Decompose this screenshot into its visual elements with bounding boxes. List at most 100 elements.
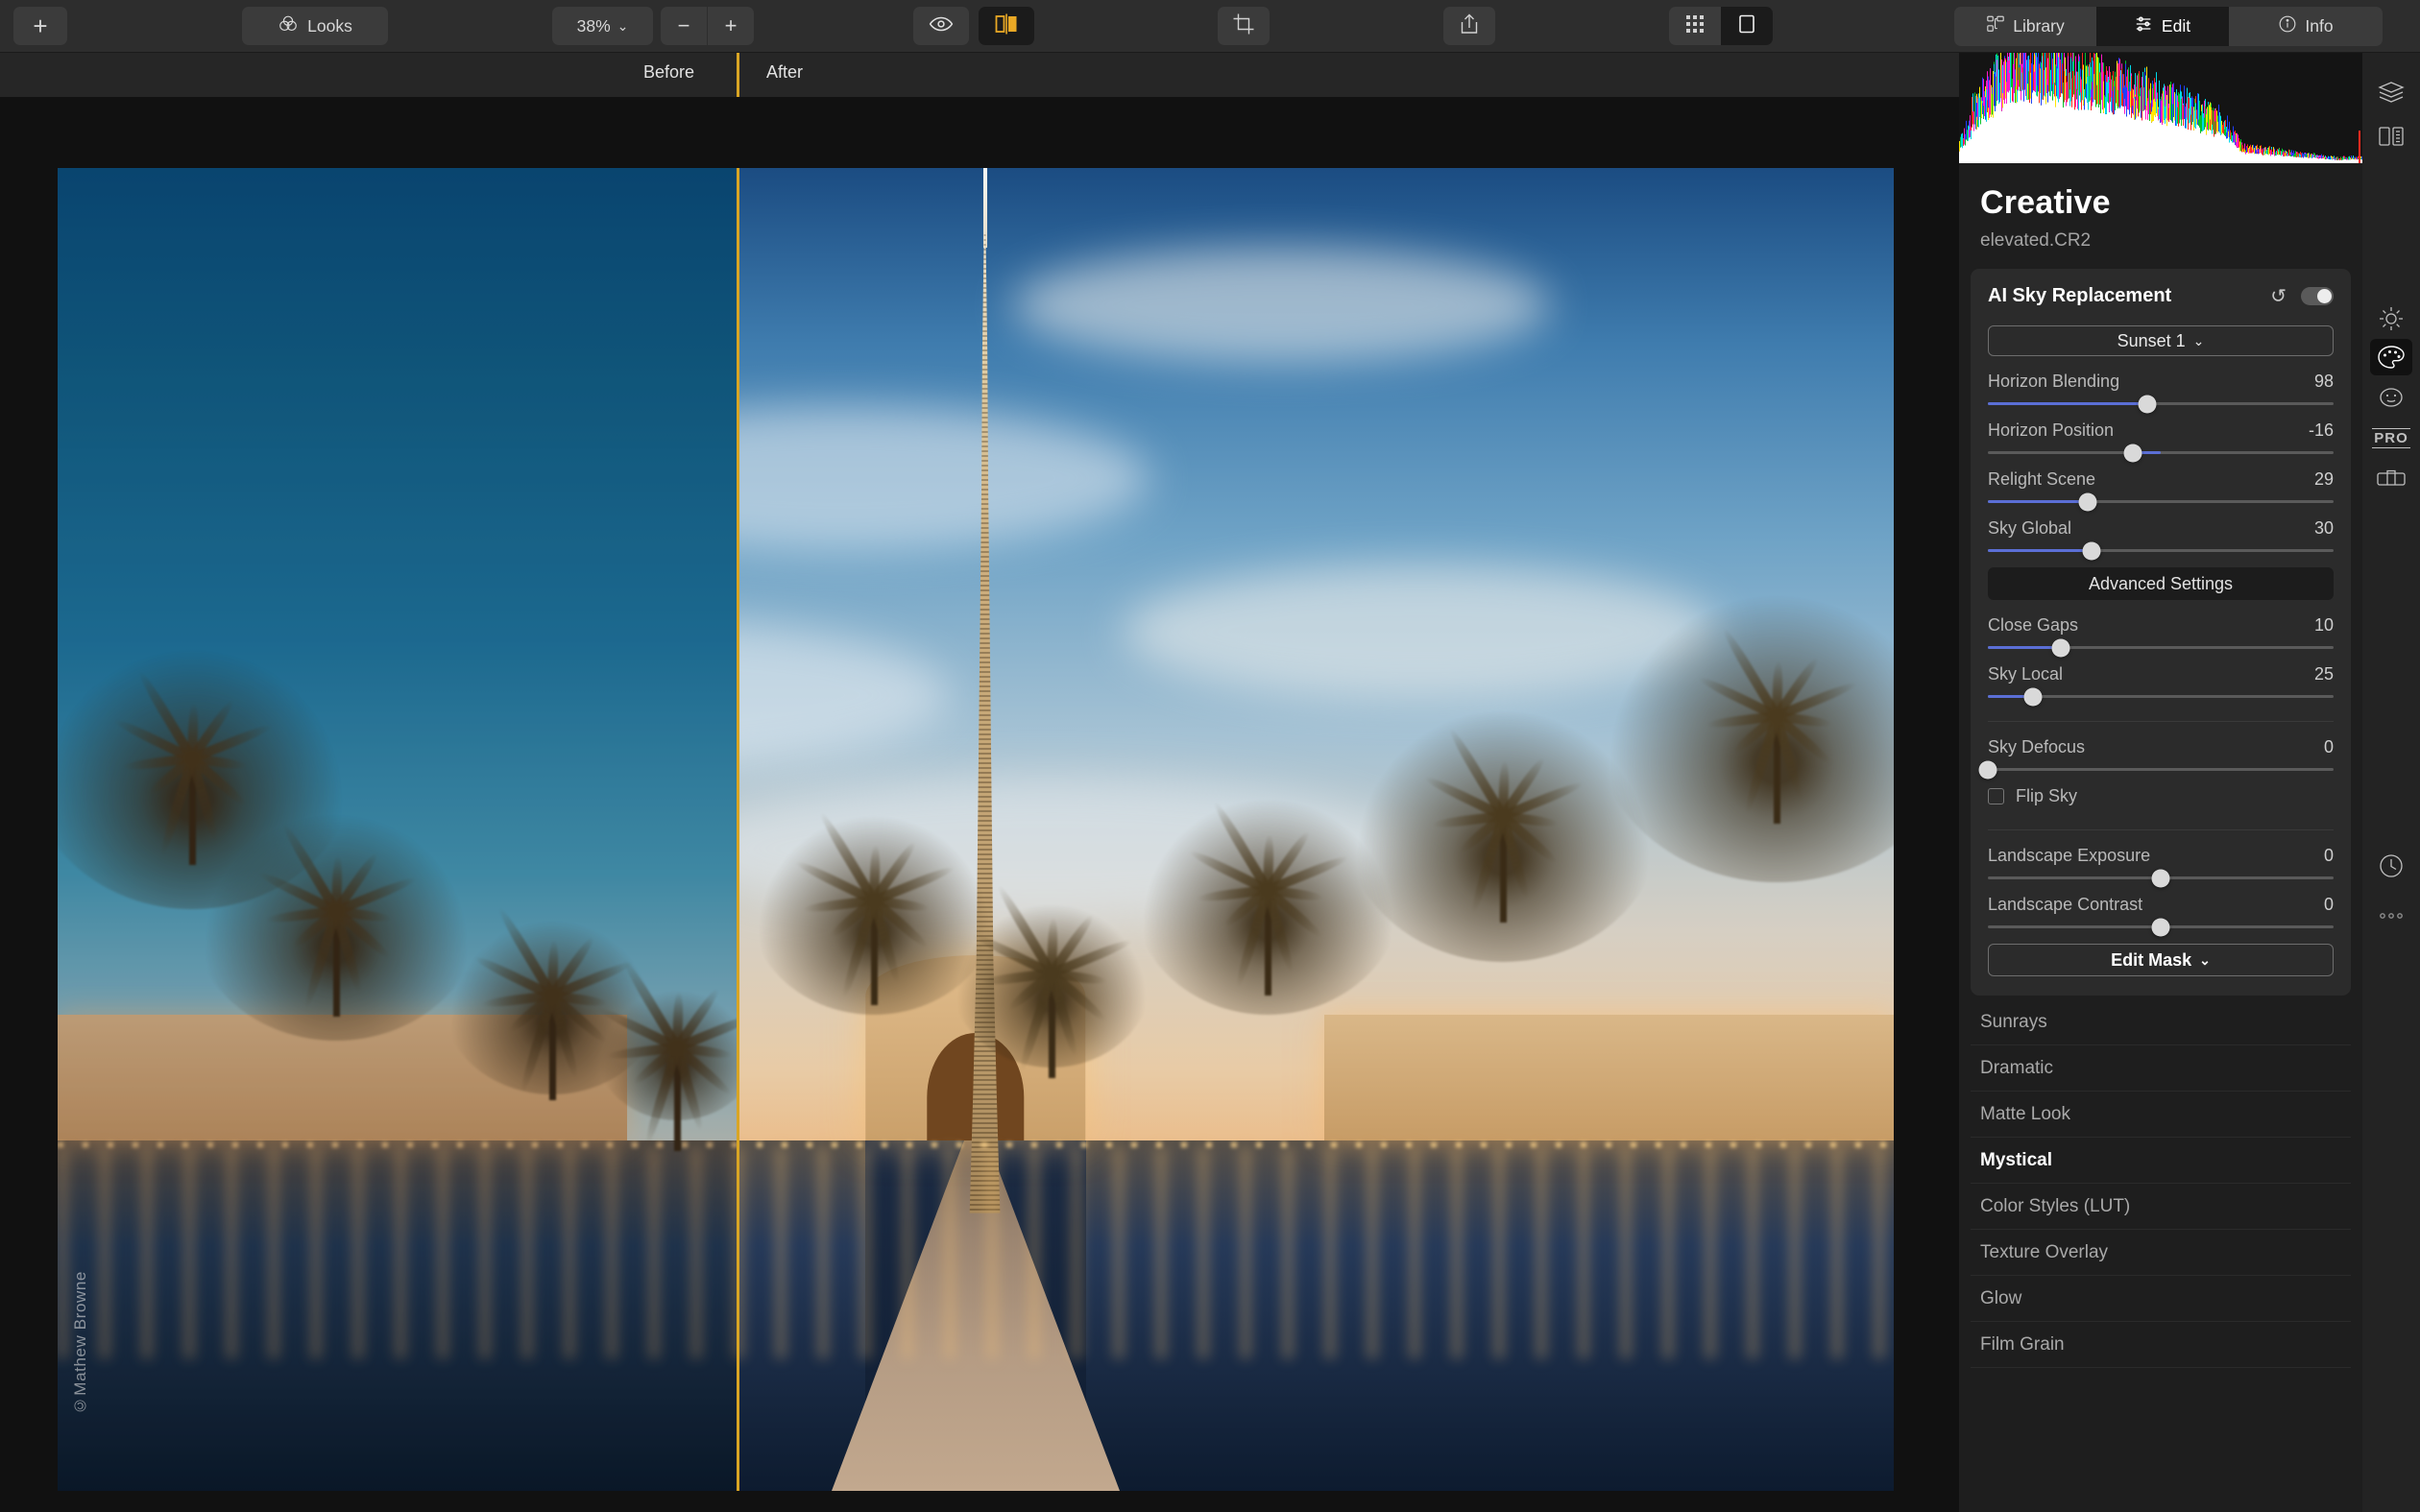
- sky-preset-dropdown[interactable]: Sunset 1 ⌄: [1988, 325, 2334, 356]
- looks-button[interactable]: Looks: [242, 7, 388, 45]
- undo-icon[interactable]: ↺: [2270, 284, 2287, 308]
- grid-view-icon: [1684, 13, 1706, 39]
- slider-label: Horizon Position: [1988, 420, 2115, 440]
- zoom-in-button[interactable]: +: [708, 7, 754, 45]
- slider-label: Sky Defocus: [1988, 737, 2086, 756]
- looks-label: Looks: [307, 15, 352, 36]
- chevron-down-icon: ⌄: [2199, 951, 2211, 968]
- slider-knob[interactable]: [2082, 541, 2101, 560]
- slider-value: 0: [2323, 846, 2334, 865]
- portrait-face-icon[interactable]: [2370, 379, 2412, 416]
- zoom-out-button[interactable]: −: [661, 7, 707, 45]
- share-button[interactable]: [1443, 7, 1495, 45]
- slider-knob[interactable]: [1978, 760, 1997, 779]
- slider-track[interactable]: [1988, 541, 2334, 560]
- slider-knob[interactable]: [2151, 918, 2170, 936]
- slider-fill: [1988, 646, 2061, 649]
- more-dots-icon[interactable]: [2370, 898, 2412, 934]
- slider-track[interactable]: [1988, 444, 2334, 462]
- chevron-down-icon: ⌄: [2192, 332, 2205, 348]
- look-item-matte-look[interactable]: Matte Look: [1971, 1092, 2351, 1138]
- slider-value: 10: [2313, 615, 2334, 635]
- advanced-settings-button[interactable]: Advanced Settings: [1988, 567, 2334, 600]
- slider-track[interactable]: [1988, 918, 2334, 936]
- crop-button[interactable]: [1218, 7, 1270, 45]
- slider-landscape-contrast[interactable]: Landscape Contrast 0: [1988, 895, 2334, 936]
- look-item-glow[interactable]: Glow: [1971, 1276, 2351, 1322]
- top-toolbar: + Looks 38% ⌄ − + Library Edit Info: [0, 0, 2420, 53]
- primary-sliders: Horizon Blending 98 Horizon Position -16 Rel…: [1988, 372, 2334, 560]
- slider-knob[interactable]: [2051, 638, 2070, 657]
- defocus-sliders: Sky Defocus 0: [1978, 737, 2334, 779]
- look-item-color-styles-lut-[interactable]: Color Styles (LUT): [1971, 1184, 2351, 1230]
- app-window: + Looks 38% ⌄ − + Library Edit Info Befo…: [0, 0, 2420, 1512]
- slider-track[interactable]: [1978, 760, 2334, 779]
- slider-value: -16: [2308, 420, 2334, 440]
- slider-knob[interactable]: [2023, 687, 2043, 706]
- slider-value: 29: [2313, 469, 2334, 489]
- edit-mask-button[interactable]: Edit Mask ⌄: [1988, 944, 2334, 976]
- slider-knob[interactable]: [2078, 492, 2097, 511]
- history-clock-icon[interactable]: [2370, 848, 2412, 884]
- look-item-dramatic[interactable]: Dramatic: [1971, 1045, 2351, 1092]
- slider-label: Landscape Exposure: [1988, 846, 2151, 865]
- slider-knob[interactable]: [2123, 444, 2142, 462]
- slider-knob[interactable]: [2151, 869, 2170, 887]
- tab-library[interactable]: Library: [1954, 7, 2096, 46]
- share-icon: [1458, 12, 1481, 40]
- add-button[interactable]: +: [13, 7, 67, 45]
- palette-creative-icon[interactable]: [2370, 339, 2412, 375]
- slider-label: Close Gaps: [1988, 615, 2079, 635]
- sky-preset-value: Sunset 1: [2117, 330, 2186, 350]
- slider-value: 0: [2323, 737, 2334, 756]
- chevron-down-icon: ⌄: [617, 17, 629, 34]
- library-icon: [1986, 14, 2005, 38]
- slider-track[interactable]: [1988, 638, 2334, 657]
- flip-sky-checkbox[interactable]: [1988, 788, 2004, 804]
- single-view-icon: [1736, 13, 1757, 39]
- slider-value: 25: [2313, 664, 2334, 684]
- compare-divider-top[interactable]: [737, 53, 739, 97]
- module-toggle[interactable]: [2301, 287, 2334, 305]
- look-item-sunrays[interactable]: Sunrays: [1971, 999, 2351, 1045]
- compare-divider-handle[interactable]: [737, 168, 739, 1491]
- slider-horizon-position[interactable]: Horizon Position -16: [1988, 420, 2334, 462]
- filename-label: elevated.CR2: [1980, 230, 2092, 251]
- look-item-mystical[interactable]: Mystical: [1971, 1138, 2351, 1184]
- slider-fill: [1988, 402, 2147, 405]
- split-compare-icon: [994, 12, 1019, 40]
- pro-icon[interactable]: PRO: [2370, 420, 2412, 456]
- compare-book-icon[interactable]: [2370, 118, 2412, 155]
- zoom-level-value: 38%: [576, 15, 611, 36]
- layers-icon[interactable]: [2370, 74, 2412, 110]
- look-item-texture-overlay[interactable]: Texture Overlay: [1971, 1230, 2351, 1276]
- slider-sky-defocus[interactable]: Sky Defocus 0: [1978, 737, 2334, 779]
- slider-relight-scene[interactable]: Relight Scene 29: [1988, 469, 2334, 511]
- after-scene: [737, 168, 1894, 1491]
- slider-track[interactable]: [1988, 492, 2334, 511]
- tab-edit[interactable]: Edit: [2096, 7, 2229, 46]
- sun-essentials-icon[interactable]: [2370, 300, 2412, 337]
- slider-sky-global[interactable]: Sky Global 30: [1988, 518, 2334, 560]
- toolkit-icon[interactable]: [2370, 460, 2412, 496]
- look-item-film-grain[interactable]: Film Grain: [1971, 1322, 2351, 1368]
- looks-list: Sunrays Dramatic Matte Look Mystical Color S…: [1959, 999, 2362, 1368]
- image-canvas[interactable]: ©Mathew Browne: [0, 97, 1959, 1512]
- slider-sky-local[interactable]: Sky Local 25: [1988, 664, 2334, 706]
- flip-sky-label: Flip Sky: [2016, 786, 2078, 805]
- slider-track[interactable]: [1988, 687, 2334, 706]
- slider-horizon-blending[interactable]: Horizon Blending 98: [1988, 372, 2334, 413]
- flip-sky-checkbox-row[interactable]: Flip Sky: [1988, 786, 2334, 806]
- slider-track[interactable]: [1988, 395, 2334, 413]
- split-compare-button[interactable]: [979, 7, 1034, 45]
- photo-preview[interactable]: ©Mathew Browne: [58, 168, 1894, 1491]
- preview-eye-button[interactable]: [913, 7, 969, 45]
- slider-track[interactable]: [1988, 869, 2334, 887]
- single-view-button[interactable]: [1721, 7, 1773, 45]
- slider-close-gaps[interactable]: Close Gaps 10: [1988, 615, 2334, 657]
- slider-knob[interactable]: [2138, 395, 2157, 413]
- grid-view-button[interactable]: [1669, 7, 1721, 45]
- tab-info[interactable]: Info: [2229, 7, 2383, 46]
- slider-landscape-exposure[interactable]: Landscape Exposure 0: [1988, 846, 2334, 887]
- zoom-level-dropdown[interactable]: 38% ⌄: [552, 7, 653, 45]
